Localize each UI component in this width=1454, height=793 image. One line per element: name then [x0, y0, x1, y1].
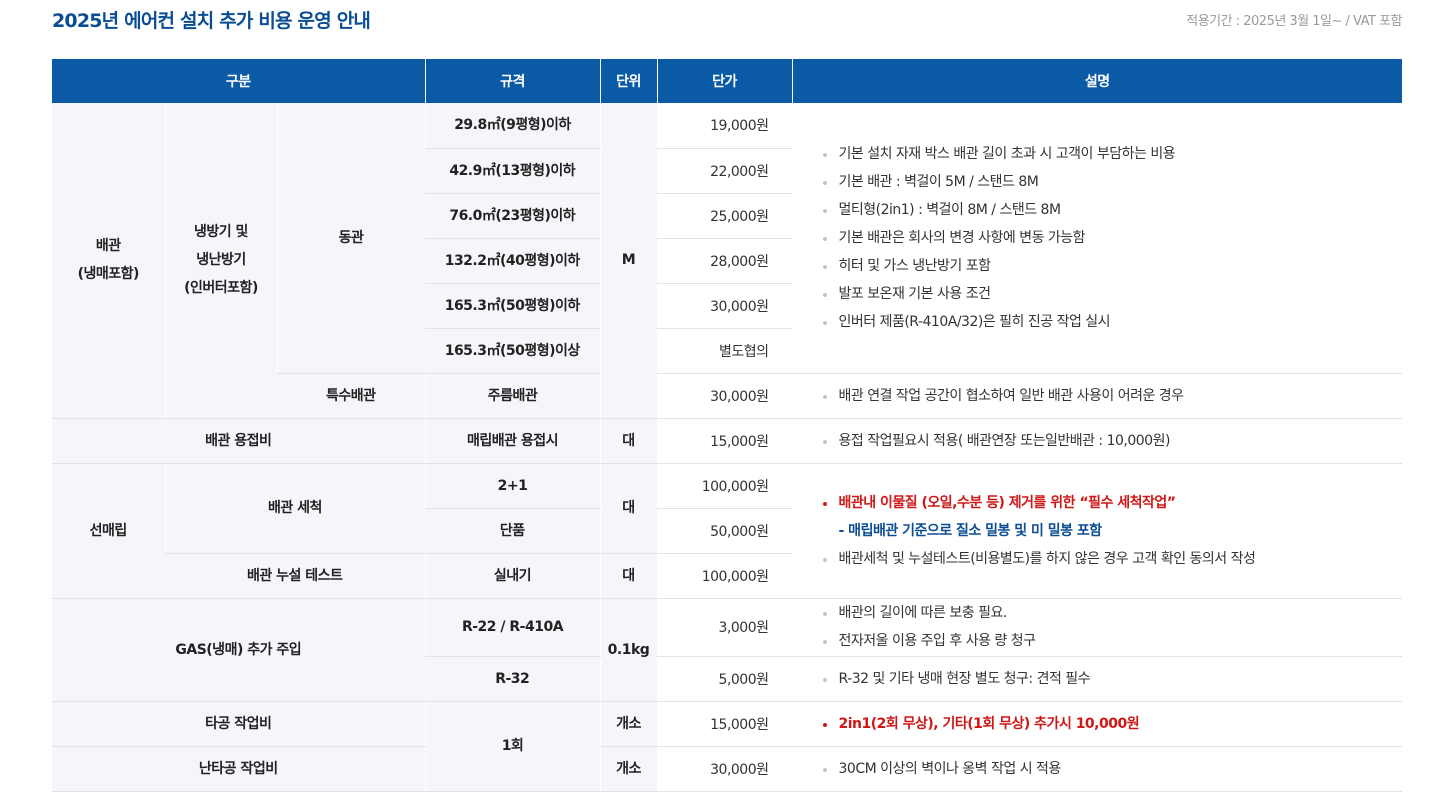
price-cell: 100,000원 [656, 553, 792, 599]
table-row: 배관 (냉매포함) 냉방기 및 냉난방기 (인버터포함) 동관 29.8㎡(9평… [52, 103, 1402, 419]
unit-cell: 개소 [599, 701, 657, 747]
spec-cell: 76.0㎡(23평형)이하 [425, 193, 600, 239]
table-row: 선매립 배관 세척 2+1 대 100,000원 배관내 이물질 (오일,수분 … [52, 463, 1402, 599]
price-cell: 30,000원 [656, 373, 792, 419]
spec-cell: 132.2㎡(40평형)이하 [425, 238, 600, 284]
unit-cell: 대 [599, 418, 657, 464]
price-cell: 15,000원 [656, 701, 792, 747]
price-cell: 별도협의 [656, 328, 792, 374]
desc-cell: 2in1(2회 무상), 기타(1회 무상) 추가시 10,000원 [791, 701, 1403, 747]
price-cell: 30,000원 [656, 283, 792, 329]
desc-cell: 30CM 이상의 벽이나 옹벽 작업 시 적용 [791, 746, 1403, 792]
desc-item-note: - 매립배관 기준으로 질소 밀봉 및 미 밀봉 포함 [838, 522, 1103, 539]
spec-cell: 단품 [425, 508, 600, 554]
table-header-row: 구분 규격 단위 단가 설명 [52, 59, 1402, 103]
category-aircon: 냉방기 및 냉난방기 (인버터포함) [164, 103, 277, 419]
spec-cell: 165.3㎡(50평형)이하 [425, 283, 600, 329]
unit-cell: 대 [599, 553, 657, 599]
desc-cell: 용접 작업필요시 적용( 배관연장 또는일반배관 : 10,000원) [791, 418, 1403, 464]
price-cell: 30,000원 [656, 746, 792, 792]
price-cell: 22,000원 [656, 148, 792, 194]
desc-item-required: 배관내 이물질 (오일,수분 등) 제거를 위한 “필수 세척작업” [819, 489, 1403, 517]
price-cell: 15,000원 [656, 418, 792, 464]
page-title: 2025년 에어컨 설치 추가 비용 운영 안내 [52, 10, 371, 32]
price-cell: 100,000원 [656, 463, 792, 509]
desc-list: 기본 설치 자재 박스 배관 길이 초과 시 고객이 부담하는 비용 기본 배관… [819, 140, 1403, 336]
category-copper-pipe: 동관 [276, 103, 425, 374]
desc-item: 멀티형(2in1) : 벽걸이 8M / 스탠드 8M [819, 196, 1403, 224]
desc-item: 배관의 길이에 따른 보충 필요. [819, 599, 1403, 627]
cost-table: 구분 규격 단위 단가 설명 배관 (냉매포함) 냉방기 및 냉난방기 (인버터… [52, 59, 1402, 792]
category-welding: 배관 용접비 [52, 418, 425, 464]
spec-cell: 실내기 [424, 553, 600, 599]
price-cell: 28,000원 [656, 238, 792, 284]
desc-item: 히터 및 가스 냉난방기 포함 [819, 252, 1403, 280]
desc-item: 배관 연결 작업 공간이 협소하여 일반 배관 사용이 어려운 경우 [819, 382, 1403, 410]
desc-item: 기본 배관은 회사의 변경 사항에 변동 가능함 [819, 224, 1403, 252]
spec-cell: 165.3㎡(50평형)이상 [425, 328, 600, 374]
desc-cell: R-32 및 기타 냉매 현장 별도 청구: 견적 필수 [791, 656, 1403, 702]
desc-item: 발포 보온재 기본 사용 조건 [819, 280, 1403, 308]
desc-item: 30CM 이상의 벽이나 옹벽 작업 시 적용 [819, 755, 1403, 783]
category-leak-test: 배관 누설 테스트 [165, 553, 425, 599]
category-embedded: 선매립 [52, 463, 165, 599]
header-price: 단가 [656, 59, 792, 103]
desc-item: 전자저울 이용 주입 후 사용 량 청구 [819, 627, 1403, 655]
desc-cell: 배관의 길이에 따른 보충 필요. 전자저울 이용 주입 후 사용 량 청구 [791, 598, 1403, 657]
unit-cell: M [599, 103, 657, 419]
desc-cell-embedded: 배관내 이물질 (오일,수분 등) 제거를 위한 “필수 세척작업” - 매립배… [791, 463, 1403, 599]
price-cell: 19,000원 [656, 103, 792, 149]
spec-cell: 42.9㎡(13평형)이하 [425, 148, 600, 194]
desc-item: 배관세척 및 누설테스트(비용별도)를 하지 않은 경우 고객 확인 동의서 작… [819, 545, 1403, 573]
spec-cell: R-22 / R-410A [424, 598, 600, 657]
spec-cell: 1회 [424, 701, 600, 792]
desc-cell-piping: 기본 설치 자재 박스 배관 길이 초과 시 고객이 부담하는 비용 기본 배관… [791, 103, 1403, 374]
spec-cell: 2+1 [424, 463, 600, 509]
desc-item: 인버터 제품(R-410A/32)은 필히 진공 작업 실시 [819, 308, 1403, 336]
category-pipe-cleaning: 배관 세척 [164, 463, 425, 554]
spec-cell: 29.8㎡(9평형)이하 [424, 103, 600, 149]
desc-item: 기본 배관 : 벽걸이 5M / 스탠드 8M [819, 168, 1403, 196]
category-hard-drilling: 난타공 작업비 [52, 746, 425, 792]
spec-cell: 매립배관 용접시 [424, 418, 600, 464]
category-piping: 배관 (냉매포함) [52, 103, 165, 419]
price-cell: 50,000원 [656, 508, 792, 554]
desc-item: 기본 설치 자재 박스 배관 길이 초과 시 고객이 부담하는 비용 [819, 140, 1403, 168]
table-row: 배관 용접비 매립배관 용접시 대 15,000원 용접 작업필요시 적용( 배… [52, 418, 1403, 464]
unit-cell: 대 [599, 463, 657, 554]
table-row: 난타공 작업비 개소 30,000원 30CM 이상의 벽이나 옹벽 작업 시 … [52, 746, 1403, 792]
price-cell: 3,000원 [656, 598, 792, 657]
header-category: 구분 [52, 59, 425, 103]
price-cell: 25,000원 [656, 193, 792, 239]
table-row: GAS(냉매) 추가 주입 R-22 / R-410A 0.1kg 3,000원… [52, 598, 1403, 702]
desc-item: R-32 및 기타 냉매 현장 별도 청구: 견적 필수 [819, 665, 1403, 693]
unit-cell: 0.1kg [599, 598, 657, 702]
spec-cell: R-32 [425, 656, 600, 702]
header-spec: 규격 [424, 59, 600, 103]
desc-cell: 배관 연결 작업 공간이 협소하여 일반 배관 사용이 어려운 경우 [791, 373, 1403, 419]
desc-item-highlight: 2in1(2회 무상), 기타(1회 무상) 추가시 10,000원 [819, 710, 1403, 738]
desc-item: 용접 작업필요시 적용( 배관연장 또는일반배관 : 10,000원) [819, 427, 1403, 455]
table-row: 타공 작업비 1회 개소 15,000원 2in1(2회 무상), 기타(1회 … [52, 701, 1403, 792]
header-unit: 단위 [599, 59, 657, 103]
header-desc: 설명 [791, 59, 1402, 103]
category-drilling: 타공 작업비 [52, 701, 425, 747]
price-cell: 5,000원 [656, 656, 792, 702]
spec-cell: 주름배관 [424, 373, 600, 419]
category-gas: GAS(냉매) 추가 주입 [52, 598, 425, 702]
application-period: 적용기간 : 2025년 3월 1일~ / VAT 포함 [1186, 14, 1402, 29]
unit-cell: 개소 [599, 746, 657, 792]
category-special-pipe: 특수배관 [277, 373, 425, 419]
